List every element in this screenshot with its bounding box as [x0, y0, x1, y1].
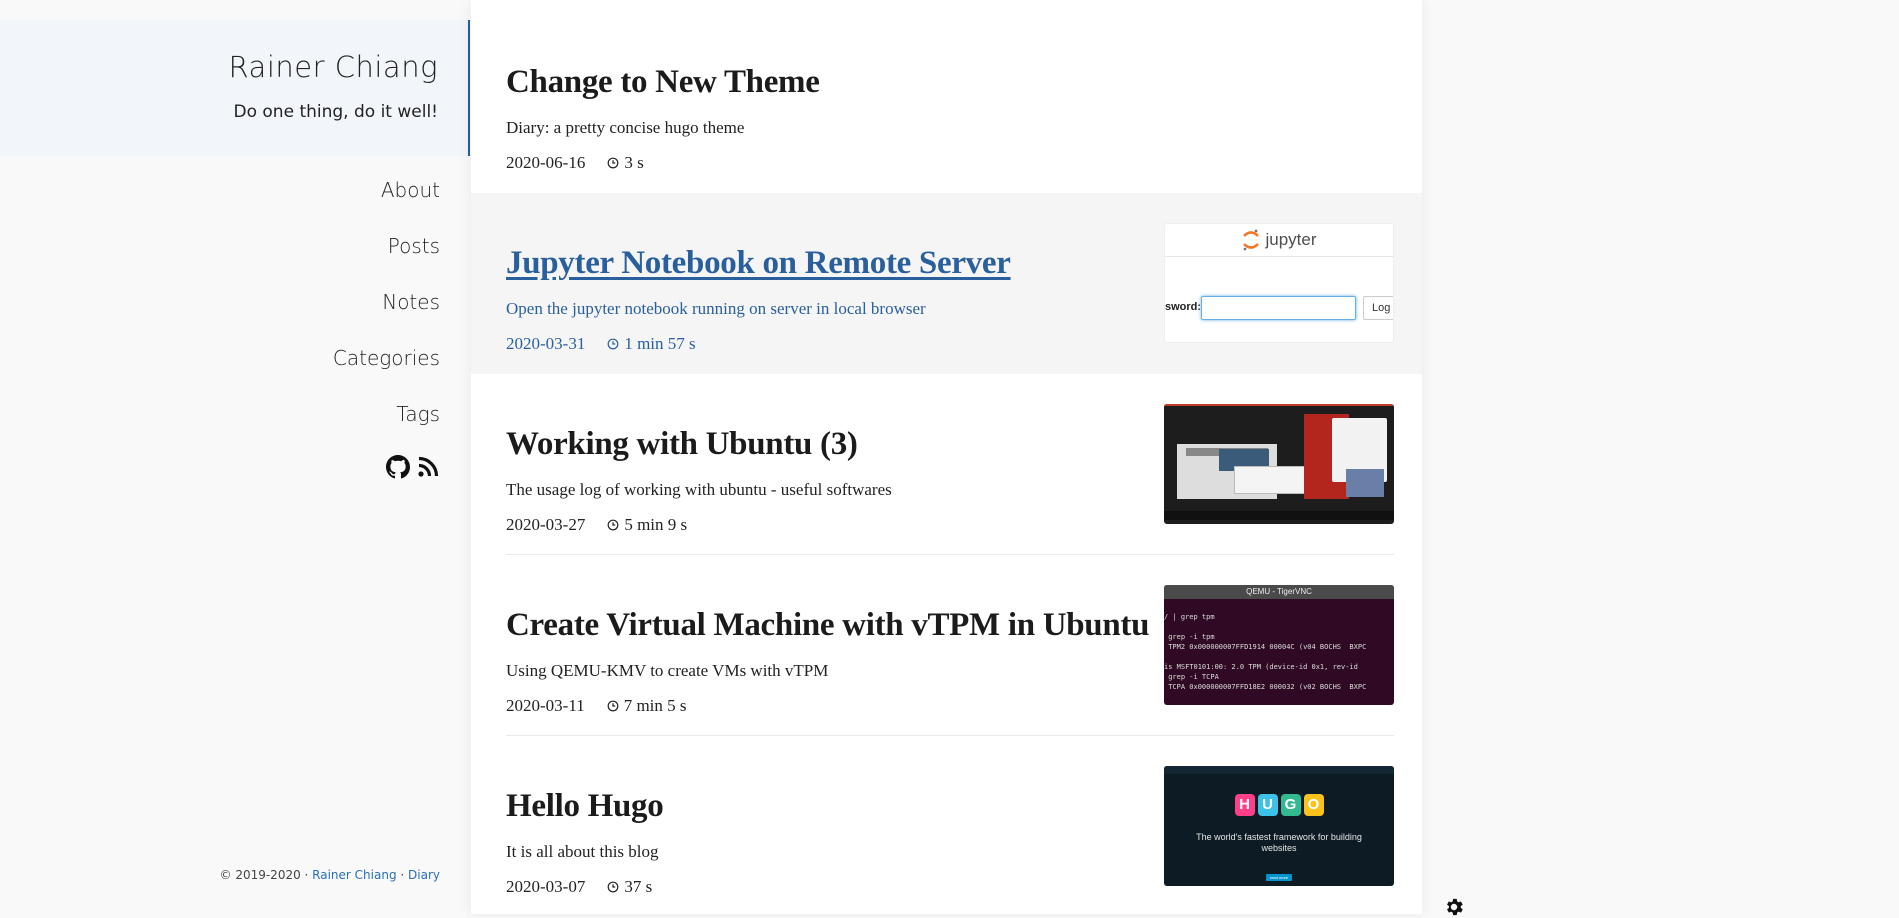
nav-item-categories[interactable]: Categories [333, 344, 440, 400]
clock-icon [607, 157, 619, 169]
post-thumbnail[interactable]: jupyter sword: Log i [1164, 223, 1394, 343]
footer: © 2019-2020 · Rainer Chiang · Diary [220, 868, 441, 882]
site-header: Rainer Chiang Do one thing, do it well! [0, 20, 470, 156]
jupyter-logo-text: jupyter [1265, 230, 1317, 249]
site-title[interactable]: Rainer Chiang [229, 50, 438, 84]
post-title[interactable]: Working with Ubuntu (3) [506, 426, 858, 463]
post-thumbnail[interactable]: QEMU - TigerVNC / | grep tpm grep -i tpm… [1164, 585, 1394, 705]
sidebar: Rainer Chiang Do one thing, do it well! … [0, 0, 470, 914]
post-title[interactable]: Jupyter Notebook on Remote Server [506, 245, 1011, 282]
terminal-line: / | grep tpm [1164, 613, 1215, 621]
clock-icon [607, 519, 619, 531]
post-reading-time: 37 s [624, 877, 653, 896]
post-meta: 2020-03-31 1 min 57 s [506, 334, 696, 354]
post-reading-time: 5 min 9 s [624, 515, 688, 534]
post-title[interactable]: Change to New Theme [506, 64, 820, 101]
clock-icon [607, 338, 619, 350]
hugo-letter: U [1257, 794, 1278, 816]
terminal-line: TPM2 0x000000007FFD1914 00004C (v04 BOCH… [1164, 643, 1367, 651]
main-nav: About Posts Notes Categories Tags [333, 176, 440, 456]
jupyter-logo-icon [1243, 229, 1260, 251]
post-date: 2020-03-11 [506, 696, 585, 715]
site-subtitle: Do one thing, do it well! [233, 102, 438, 122]
post-item[interactable]: Jupyter Notebook on Remote Server Open t… [471, 193, 1422, 374]
terminal-line: grep -i TCPA [1164, 673, 1219, 681]
post-thumbnail[interactable] [1164, 404, 1394, 524]
hugo-tagline: The world's fastest framework for buildi… [1196, 832, 1362, 853]
rss-icon[interactable] [416, 455, 440, 479]
post-meta: 2020-03-27 5 min 9 s [506, 515, 687, 535]
post-date: 2020-03-07 [506, 877, 586, 896]
post-reading-time: 7 min 5 s [623, 696, 687, 715]
hugo-read-more-button: read more [1266, 874, 1292, 881]
hugo-letter: G [1280, 794, 1301, 816]
footer-copyright: © 2019-2020 · [219, 868, 313, 882]
post-summary: It is all about this blog [506, 842, 659, 861]
password-label: sword: [1165, 301, 1202, 313]
post-date: 2020-03-27 [506, 515, 586, 534]
terminal-line: grep -i tpm [1164, 633, 1215, 641]
post-title[interactable]: Create Virtual Machine with vTPM in Ubun… [506, 607, 1149, 644]
post-date: 2020-06-16 [506, 153, 586, 172]
github-icon[interactable] [386, 455, 410, 479]
post-summary: The usage log of working with ubuntu - u… [506, 480, 892, 499]
post-date: 2020-03-31 [506, 334, 586, 353]
login-button: Log i [1363, 296, 1393, 320]
post-thumbnail[interactable]: H U G O The world's fastest framework fo… [1164, 766, 1394, 886]
nav-item-tags[interactable]: Tags [333, 400, 440, 456]
terminal-window-title: QEMU - TigerVNC [1164, 585, 1394, 599]
clock-icon [607, 700, 619, 712]
gear-icon[interactable] [1443, 896, 1465, 918]
hugo-logo: H U G O [1164, 794, 1394, 816]
post-item[interactable]: Change to New Theme Diary: a pretty conc… [471, 12, 1422, 193]
post-meta: 2020-03-07 37 s [506, 877, 652, 897]
post-item[interactable]: Working with Ubuntu (3) The usage log of… [471, 374, 1422, 555]
post-summary: Open the jupyter notebook running on ser… [506, 299, 926, 318]
nav-item-notes[interactable]: Notes [333, 288, 440, 344]
post-item[interactable]: Create Virtual Machine with vTPM in Ubun… [471, 555, 1422, 736]
footer-author-link[interactable]: Rainer Chiang [312, 868, 396, 882]
hugo-letter: O [1303, 794, 1324, 816]
post-item[interactable]: Hello Hugo It is all about this blog 202… [471, 736, 1422, 917]
post-title[interactable]: Hello Hugo [506, 788, 664, 825]
footer-separator: · [396, 868, 409, 882]
post-reading-time: 3 s [624, 153, 644, 172]
post-summary: Using QEMU-KMV to create VMs with vTPM [506, 661, 829, 680]
post-reading-time: 1 min 57 s [624, 334, 696, 353]
post-meta: 2020-06-16 3 s [506, 153, 644, 173]
password-input [1201, 296, 1356, 320]
clock-icon [607, 881, 619, 893]
hugo-letter: H [1234, 794, 1255, 816]
nav-item-posts[interactable]: Posts [333, 232, 440, 288]
social-links [386, 455, 440, 479]
terminal-line: is MSFT0101:00: 2.0 TPM (device-id 0x1, … [1164, 663, 1358, 671]
post-summary: Diary: a pretty concise hugo theme [506, 118, 745, 137]
terminal-line: TCPA 0x000000007FFD18E2 000032 (v02 BOCH… [1164, 683, 1367, 691]
footer-theme-link[interactable]: Diary [408, 868, 440, 882]
post-list: Change to New Theme Diary: a pretty conc… [471, 0, 1422, 914]
nav-item-about[interactable]: About [333, 176, 440, 232]
post-meta: 2020-03-11 7 min 5 s [506, 696, 687, 716]
